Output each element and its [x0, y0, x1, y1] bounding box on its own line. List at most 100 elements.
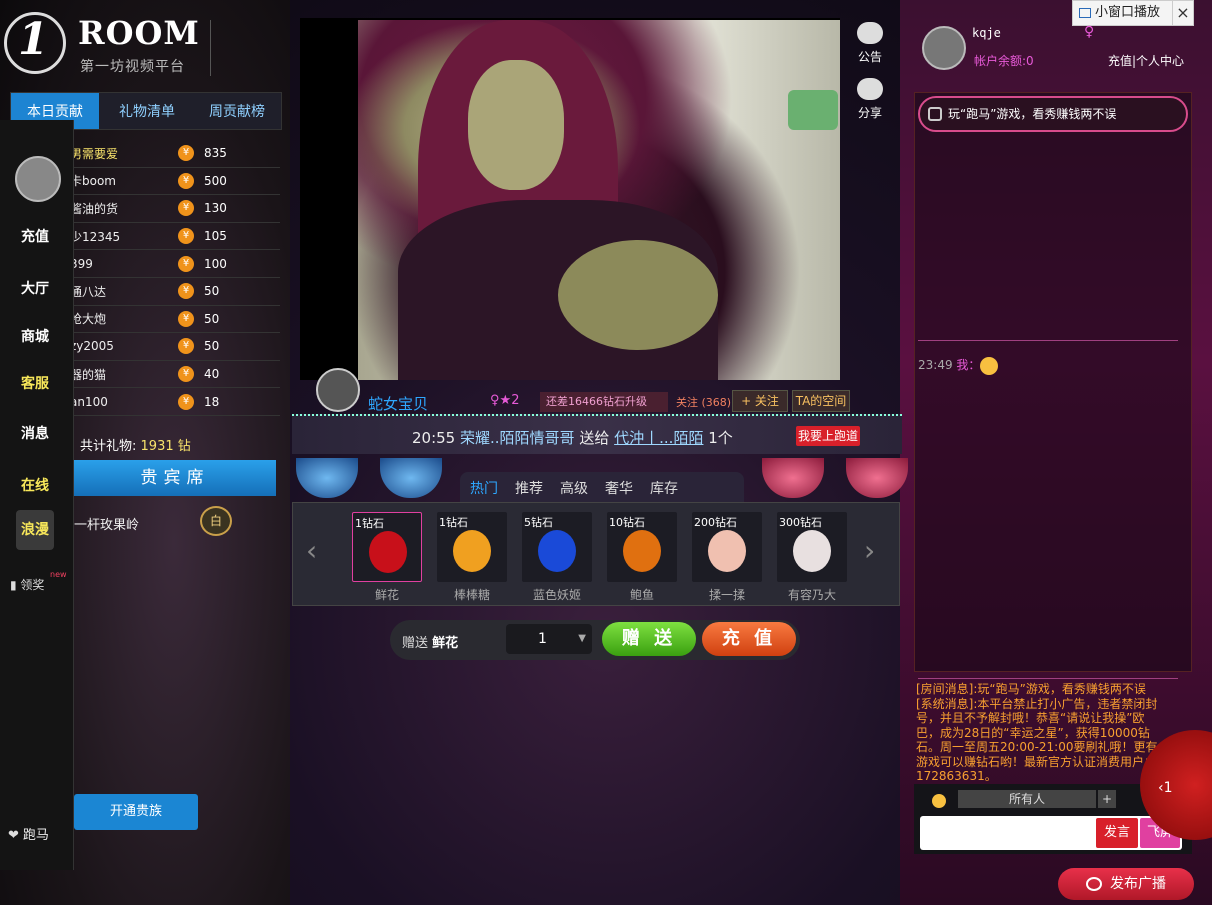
rank-row[interactable]: 通八达 ¥50 [70, 278, 280, 306]
chat-time: 23:49 [918, 358, 953, 372]
tab-weekly-rank[interactable]: 周贡献榜 [193, 93, 281, 129]
live-video-stream [358, 20, 840, 380]
vip-badge-icon: 白 [200, 506, 232, 536]
gift-name: 棒棒糖 [453, 588, 490, 602]
follow-button[interactable]: + 关注 [732, 390, 788, 412]
send-gift-button[interactable]: 赠 送 [602, 622, 696, 656]
seat-icon[interactable] [762, 458, 824, 498]
sidebar-item-message[interactable]: 消息 [0, 423, 70, 443]
broadcast-icon [1086, 877, 1102, 891]
selected-gift-name: 鲜花 [432, 636, 459, 651]
add-target-button[interactable]: + [1098, 790, 1116, 808]
rank-row[interactable]: 少12345 ¥105 [70, 223, 280, 251]
sidebar-item-recharge[interactable]: 充值 [0, 226, 70, 246]
gift-item-lollipop[interactable]: 1钻石棒棒糖 [437, 512, 507, 603]
tab-gift-list[interactable]: 礼物清单 [103, 93, 191, 129]
rank-row[interactable]: 卡boom ¥500 [70, 168, 280, 196]
rank-row[interactable]: 男需要爱 ¥835 [70, 140, 280, 168]
seat-icon[interactable] [380, 458, 442, 498]
marquee-receiver[interactable]: 代沖丨...陌陌 [614, 429, 703, 447]
notice-button[interactable]: 公告 [854, 22, 886, 65]
quantity-value: 1 [538, 631, 547, 647]
gift-item-big[interactable]: 300钻石 有容乃大 [777, 512, 847, 603]
join-runway-button[interactable]: 我要上跑道 [796, 426, 860, 446]
emoji-icon[interactable] [932, 794, 946, 808]
tab-luxury[interactable]: 奢华 [605, 478, 633, 498]
gift-item-rub[interactable]: 200钻石 揉一揉 [692, 512, 762, 603]
chat-message: 23:49 我： [918, 356, 999, 375]
tab-recommend[interactable]: 推荐 [515, 478, 543, 498]
logo[interactable]: 1 ROOM 第一坊视频平台 [4, 12, 284, 82]
chat-target-select[interactable]: 所有人 [958, 790, 1096, 808]
logo-divider [210, 20, 211, 76]
new-tag: new [50, 570, 67, 579]
horse-race-link[interactable]: ❤ 跑马 [8, 824, 49, 843]
send-message-button[interactable]: 发言 [1096, 818, 1138, 848]
next-arrow-icon[interactable]: › [864, 534, 875, 567]
rank-row[interactable]: 枪大炮 ¥50 [70, 306, 280, 334]
gift-item-blue-rose[interactable]: 5钻石 蓝色妖姬 [522, 512, 592, 603]
avatar[interactable] [15, 156, 61, 202]
rank-user-name: 卡boom [70, 174, 116, 189]
rank-row[interactable]: an100 ¥18 [70, 388, 280, 416]
sidebar-item-service[interactable]: 客服 [0, 373, 70, 393]
host-name[interactable]: 蛇女宝贝 [368, 393, 428, 414]
chat-user[interactable]: 我： [956, 358, 980, 372]
rank-row[interactable]: 399 ¥100 [70, 250, 280, 278]
rank-user-name: 器的猫 [70, 367, 107, 382]
user-avatar[interactable] [922, 26, 966, 70]
sidebar-item-shop[interactable]: 商城 [0, 326, 70, 346]
gift-name: 鲍鱼 [629, 588, 654, 602]
close-icon[interactable]: × [1172, 0, 1194, 26]
chat-panel [914, 92, 1192, 672]
host-avatar[interactable] [316, 368, 360, 412]
gift-tabs: 热门 推荐 高级 奢华 库存 [460, 472, 744, 502]
marquee-sender[interactable]: 荣耀..陌陌情哥哥 [460, 429, 575, 447]
user-links[interactable]: 充值|个人中心 [1108, 52, 1184, 69]
gift-price: 1钻石 [439, 516, 468, 529]
total-gift-unit: 钻 [177, 439, 191, 454]
abalone-icon [623, 530, 661, 572]
publish-broadcast-button[interactable]: 发布广播 [1058, 868, 1194, 900]
coin-icon: ¥ [178, 338, 194, 355]
vip-seat-title: 贵宾席 [74, 460, 276, 496]
tab-hot[interactable]: 热门 [470, 478, 498, 498]
rank-row[interactable]: 器的猫 ¥40 [70, 361, 280, 389]
account-balance: 帐户余额:0 [974, 54, 1034, 68]
vip-member-name[interactable]: 一杆玫果岭 [74, 514, 139, 533]
total-gift: 共计礼物: 1931 钻 [80, 435, 191, 454]
gift-item-flower[interactable]: 1钻石 鲜花 [352, 512, 422, 603]
rank-user-name: an100 [70, 394, 108, 409]
sidebar-item-romance[interactable]: 浪漫 [16, 510, 54, 550]
seat-icon[interactable] [846, 458, 908, 498]
hands-icon [708, 530, 746, 572]
quantity-select[interactable]: 1 ▼ [506, 624, 592, 654]
claim-reward-link[interactable]: ▮ 领奖 new [10, 570, 67, 593]
smiley-icon [980, 356, 999, 375]
tab-premium[interactable]: 高级 [560, 478, 588, 498]
rank-user-name: 男需要爱 [70, 146, 119, 161]
prev-arrow-icon[interactable]: ‹ [306, 534, 317, 567]
female-icon: ♀ [490, 393, 500, 408]
video-player[interactable] [300, 18, 840, 380]
thumbs-up-icon [857, 78, 883, 100]
tab-inventory[interactable]: 库存 [650, 478, 678, 498]
sidebar-item-hall[interactable]: 大厅 [0, 278, 70, 298]
share-button[interactable]: 分享 [854, 78, 886, 121]
coin-icon: ¥ [178, 310, 194, 327]
ta-space-button[interactable]: TA的空间 [792, 390, 850, 412]
video-figure-knee [558, 240, 718, 350]
sidebar-item-online[interactable]: 在线 [0, 475, 70, 495]
chat-notice[interactable]: 玩“跑马”游戏，看秀赚钱两不误 [918, 96, 1188, 132]
open-nobility-button[interactable]: 开通贵族 [74, 794, 198, 830]
notice-label: 公告 [857, 50, 882, 64]
seat-icon[interactable] [296, 458, 358, 498]
lollipop-icon [453, 530, 491, 572]
system-message: [房间消息]:玩“跑马”游戏，看秀赚钱两不误[系统消息]:本平台禁止打小广告，违… [916, 682, 1158, 783]
gift-item-abalone[interactable]: 10钻石 鲍鱼 [607, 512, 677, 603]
rank-row[interactable]: zy2005 ¥50 [70, 333, 280, 361]
coin-icon: ¥ [178, 145, 194, 162]
logo-subtitle: 第一坊视频平台 [80, 59, 185, 75]
recharge-button[interactable]: 充 值 [702, 622, 796, 656]
rank-row[interactable]: 酱油的货 ¥130 [70, 195, 280, 223]
